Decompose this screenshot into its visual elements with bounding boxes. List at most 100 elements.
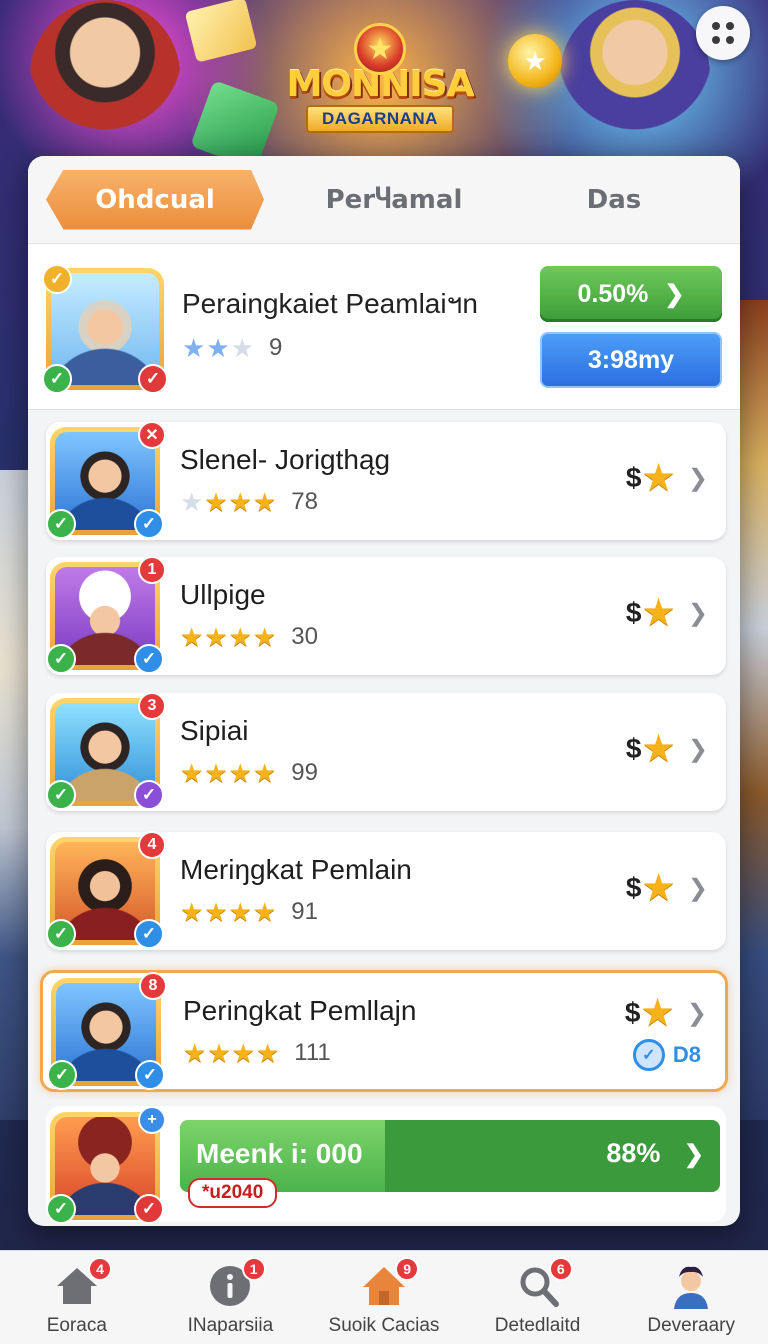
star-icon: ★: [206, 333, 230, 363]
currency-symbol: $: [625, 872, 642, 903]
check-blue-icon: ✓: [135, 1060, 165, 1090]
star-icon: ★: [228, 897, 252, 927]
tab-personal[interactable]: PerႷamal: [282, 185, 506, 215]
player-score: 99: [291, 759, 318, 786]
chevron-right-icon: ❯: [686, 999, 707, 1027]
rank-badge: 1: [138, 556, 166, 584]
more-options-button[interactable]: [696, 6, 750, 60]
star-icon: ★: [183, 1038, 207, 1068]
dot-icon: [726, 22, 734, 30]
list-item[interactable]: 3 ✓ ✓ Sipiai ★ ★ ★ ★ 99 $ ★ ❯: [46, 692, 726, 811]
check-green-icon: ✓: [47, 1060, 77, 1090]
check-red-icon: ✓: [134, 1194, 164, 1224]
player-avatar: 4 ✓ ✓: [46, 831, 166, 949]
chevron-right-icon: ❯: [687, 599, 708, 627]
nav-label: Eoraca: [46, 1315, 107, 1336]
star-icon: ★: [180, 897, 204, 927]
notification-badge: 9: [395, 1257, 420, 1281]
star-icon: ★: [252, 758, 277, 788]
check-green-icon: ✓: [46, 509, 76, 539]
star-icon: ★: [228, 487, 252, 517]
list-item[interactable]: 1 ✓ ✓ Ullpige ★ ★ ★ ★ 30 $ ★ ❯: [46, 556, 726, 675]
reward[interactable]: $ ★ ❯: [626, 458, 708, 498]
progress-percent: 88% ❯: [606, 1138, 704, 1169]
nav-label: Detedlaitd: [494, 1315, 581, 1336]
reward[interactable]: $ ★ ❯: [626, 593, 708, 633]
progress-label: Meenk i: 000: [196, 1138, 363, 1169]
reward[interactable]: $ ★ ❯: [626, 729, 708, 769]
star-icon: ★: [228, 622, 252, 652]
player-score: 91: [291, 898, 318, 925]
hero-character-right: [560, 0, 710, 150]
star-icon: ★: [180, 622, 204, 652]
game-logo: ★ MONNISA DAGARNANA: [287, 12, 474, 144]
featured-avatar: ✓ ✓ ✓: [42, 264, 168, 394]
player-stars: ★ ★ ★ ★ 111: [183, 1039, 331, 1067]
star-icon: ★: [643, 594, 674, 632]
player-avatar: + ✓ ✓: [46, 1106, 166, 1224]
player-name: Ullpige: [180, 579, 266, 610]
verified-label: D8: [672, 1042, 701, 1067]
percent-button-label: 0.50%: [577, 279, 649, 308]
star-icon: ★: [643, 869, 674, 907]
list-item[interactable]: ✕ ✓ ✓ Slenel- Jorigthąg ★ ★ ★ ★ 78 $ ★ ❯: [46, 421, 726, 540]
chevron-right-icon: ❯: [687, 464, 708, 492]
player-score: 30: [291, 623, 318, 650]
gold-coin-icon: ★: [508, 34, 562, 88]
check-red-icon: ✓: [138, 364, 168, 394]
nav-label: INaparsiia: [187, 1315, 274, 1336]
nav-item-home[interactable]: 4 Eoraca: [0, 1251, 154, 1344]
star-icon: ★: [180, 758, 204, 788]
rank-badge: 3: [138, 692, 166, 720]
hero-character-left: [30, 0, 180, 150]
star-icon: ★: [643, 730, 674, 768]
progress-card[interactable]: + ✓ ✓ Meenk i: 000 88% ❯ *u2040: [46, 1106, 726, 1224]
add-badge-icon[interactable]: +: [138, 1106, 166, 1134]
list-item[interactable]: 4 ✓ ✓ Meriŋgkat Pemlain ★ ★ ★ ★ 91 $ ★ ❯: [46, 831, 726, 950]
nav-item-profile[interactable]: Deveraary: [614, 1251, 768, 1344]
currency-symbol: $: [625, 597, 642, 628]
star-icon: ★: [252, 622, 277, 652]
check-green-icon: ✓: [46, 919, 76, 949]
tab-das[interactable]: Das: [506, 185, 722, 215]
tab-bar: Ohdcual PerႷamal Das: [28, 156, 740, 244]
nav-label: Deveraary: [647, 1315, 735, 1336]
chevron-right-icon: ❯: [683, 1141, 704, 1168]
chevron-right-icon: ❯: [687, 735, 708, 763]
dot-icon: [726, 36, 734, 44]
star-icon: ★: [204, 622, 228, 652]
player-stars: ★ ★ ★ ★ 78: [180, 488, 318, 516]
list-item-current-player[interactable]: 8 ✓ ✓ Peringkat Pemllajn ★ ★ ★ ★ 111 $ ★…: [40, 970, 728, 1092]
percent-button[interactable]: 0.50% ❯: [540, 266, 722, 322]
tab-ohdcual[interactable]: Ohdcual: [46, 169, 265, 230]
nav-item-info[interactable]: 1 INaparsiia: [154, 1251, 308, 1344]
player-stars: ★ ★ ★ ★ 99: [180, 759, 318, 787]
player-avatar: 1 ✓ ✓: [46, 556, 166, 674]
reward[interactable]: $ ★ ❯: [625, 993, 707, 1033]
player-name: Slenel- Jorigthąg: [180, 444, 391, 475]
player-name: Peringkat Pemllajn: [183, 995, 417, 1026]
check-green-icon: ✓: [46, 644, 76, 674]
dot-icon: [712, 22, 720, 30]
nav-item-search[interactable]: 6 Detedlaitd: [461, 1251, 615, 1344]
check-blue-icon: ✓: [134, 644, 164, 674]
player-stars: ★ ★ ★ ★ 30: [180, 623, 318, 651]
featured-player-card[interactable]: ✓ ✓ ✓ Peraingkaiet Peamlaiฯn ★ ★ ★ 9 0.5…: [28, 244, 740, 410]
progress-percent-text: 88%: [606, 1138, 661, 1168]
verified-badge: ✓ D8: [632, 1039, 701, 1071]
rank-badge: 4: [138, 831, 166, 859]
reward[interactable]: $ ★ ❯: [626, 868, 708, 908]
currency-symbol: $: [624, 997, 641, 1028]
nav-item-social[interactable]: 9 Suoik Cacias: [307, 1251, 461, 1344]
player-avatar: 8 ✓ ✓: [47, 972, 167, 1090]
bottom-navigation: 4 Eoraca 1 INaparsiia 9 Suoik Cacias 6 D…: [0, 1250, 768, 1344]
star-icon: ★: [252, 487, 277, 517]
check-green-icon: ✓: [46, 780, 76, 810]
rank-badge: 8: [139, 972, 167, 1000]
time-button[interactable]: 3:98my: [540, 332, 722, 388]
currency-symbol: $: [625, 733, 642, 764]
verified-check-icon: ✓: [632, 1039, 665, 1071]
star-icon: ★: [204, 758, 228, 788]
star-icon: ★: [642, 994, 673, 1032]
star-icon: ★: [231, 1038, 255, 1068]
